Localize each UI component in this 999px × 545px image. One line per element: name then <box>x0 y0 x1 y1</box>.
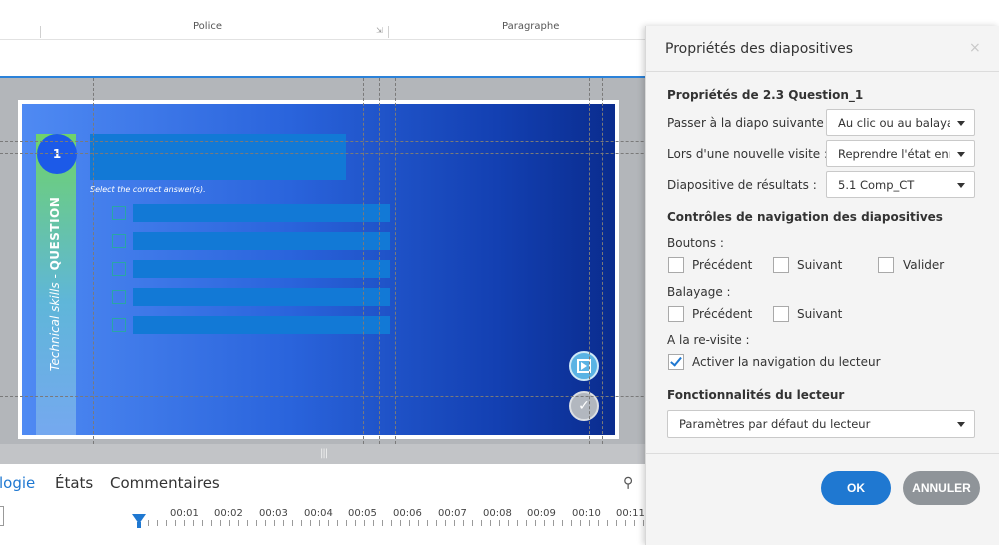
ribbon-group-paragraph: Paragraphe <box>502 21 560 32</box>
answer-option[interactable] <box>112 232 392 250</box>
answer-checkbox[interactable] <box>112 318 126 332</box>
timeline-mark: 00:03 <box>259 508 288 519</box>
timeline-input[interactable] <box>0 506 4 526</box>
answer-text-box[interactable] <box>133 288 390 306</box>
revisit-value: Reprendre l'état enregistré <box>838 147 950 161</box>
answer-checkbox[interactable] <box>112 234 126 248</box>
chevron-down-icon <box>957 152 965 157</box>
answer-option[interactable] <box>112 204 392 222</box>
answer-option[interactable] <box>112 260 392 278</box>
player-navigation-checkbox[interactable] <box>668 354 684 370</box>
timeline-mark: 00:10 <box>572 508 601 519</box>
buttons-submit-checkbox[interactable] <box>878 257 894 273</box>
timeline-mark: 00:11 <box>616 508 645 519</box>
revisit-dropdown[interactable]: Reprendre l'état enregistré <box>826 140 975 167</box>
chevron-down-icon <box>957 183 965 188</box>
revisit-label: Lors d'une nouvelle visite : <box>667 147 829 161</box>
timeline-mark: 00:06 <box>393 508 422 519</box>
close-icon[interactable]: × <box>969 40 981 56</box>
results-slide-label: Diapositive de résultats : <box>667 178 817 192</box>
results-slide-dropdown[interactable]: 5.1 Comp_CT <box>826 171 975 198</box>
guide-line-vertical[interactable] <box>379 78 380 444</box>
timeline-align-icon[interactable]: ⚲ <box>623 475 633 491</box>
section-navigation-title: Contrôles de navigation des diapositives <box>667 210 943 224</box>
answer-text-box[interactable] <box>133 232 390 250</box>
splitter-grip-icon[interactable]: ||| <box>320 448 328 459</box>
guide-line-vertical[interactable] <box>93 78 94 444</box>
buttons-previous-label: Précédent <box>692 258 753 272</box>
slide-properties-dialog: Propriétés des diapositives × Propriétés… <box>645 26 999 545</box>
revisit-section-label: A la re-visite : <box>667 333 750 347</box>
dialog-footer: OK ANNULER <box>646 453 999 545</box>
swipe-previous-checkbox[interactable] <box>668 306 684 322</box>
buttons-next-label: Suivant <box>797 258 843 272</box>
player-settings-dropdown[interactable]: Paramètres par défaut du lecteur <box>667 410 975 438</box>
buttons-next-checkbox[interactable] <box>773 257 789 273</box>
chevron-down-icon <box>957 121 965 126</box>
checkmark-icon <box>670 354 682 367</box>
answer-checkbox[interactable] <box>112 290 126 304</box>
player-navigation-label: Activer la navigation du lecteur <box>692 355 881 369</box>
question-instruction[interactable]: Select the correct answer(s). <box>90 185 206 194</box>
section-properties-title: Propriétés de 2.3 Question_1 <box>667 88 864 102</box>
answer-checkbox[interactable] <box>112 206 126 220</box>
tab-timeline[interactable]: logie <box>0 474 35 492</box>
answer-checkbox[interactable] <box>112 262 126 276</box>
answer-text-box[interactable] <box>133 260 390 278</box>
tab-states[interactable]: États <box>55 474 93 492</box>
slide-canvas[interactable]: Technical skills - QUESTION 1 Select the… <box>18 100 619 439</box>
swipe-label: Balayage : <box>667 285 731 299</box>
swipe-next-label: Suivant <box>797 307 843 321</box>
chevron-down-icon <box>957 422 965 427</box>
next-slide-dropdown[interactable]: Au clic ou au balayage <box>826 109 975 136</box>
timeline-mark: 00:05 <box>348 508 377 519</box>
swipe-next-checkbox[interactable] <box>773 306 789 322</box>
dialog-header: Propriétés des diapositives × <box>646 26 999 72</box>
timeline-mark: 00:07 <box>438 508 467 519</box>
answer-text-box[interactable] <box>133 316 390 334</box>
guide-line-vertical[interactable] <box>589 78 590 444</box>
guide-line-vertical[interactable] <box>363 78 364 444</box>
guide-line-vertical[interactable] <box>395 78 396 444</box>
answer-option[interactable] <box>112 316 392 334</box>
font-dialog-launcher-icon[interactable]: ⇲ <box>376 26 383 35</box>
question-number-badge[interactable]: 1 <box>37 134 77 174</box>
timeline-mark: 00:02 <box>214 508 243 519</box>
buttons-previous-checkbox[interactable] <box>668 257 684 273</box>
player-settings-value: Paramètres par défaut du lecteur <box>679 417 871 431</box>
results-slide-value: 5.1 Comp_CT <box>838 178 915 192</box>
ribbon-separator <box>388 26 389 38</box>
next-slide-label: Passer à la diapo suivante : <box>667 116 832 130</box>
next-slide-value: Au clic ou au balayage <box>838 116 950 130</box>
sidebar-caption: Technical skills - QUESTION <box>48 164 62 404</box>
ribbon-group-font: Police <box>193 21 222 32</box>
answer-text-box[interactable] <box>133 204 390 222</box>
timeline-ticks <box>148 520 648 526</box>
timeline-mark: 00:08 <box>483 508 512 519</box>
sidebar-caption-bold: QUESTION <box>48 196 62 271</box>
tab-comments[interactable]: Commentaires <box>110 474 220 492</box>
timeline-mark: 00:01 <box>170 508 199 519</box>
playhead-stem <box>137 522 141 528</box>
play-button[interactable] <box>569 351 599 381</box>
dialog-title: Propriétés des diapositives <box>665 41 854 57</box>
timeline-mark: 00:04 <box>304 508 333 519</box>
sidebar-caption-light: Technical skills - <box>48 270 62 372</box>
buttons-label: Boutons : <box>667 236 724 250</box>
ribbon-separator <box>40 26 41 38</box>
cancel-button[interactable]: ANNULER <box>903 471 980 505</box>
ok-button[interactable]: OK <box>821 471 891 505</box>
section-player-title: Fonctionnalités du lecteur <box>667 388 845 402</box>
swipe-previous-label: Précédent <box>692 307 753 321</box>
buttons-submit-label: Valider <box>903 258 945 272</box>
timeline-mark: 00:09 <box>527 508 556 519</box>
answer-option[interactable] <box>112 288 392 306</box>
app-window: Police ⇲ Paragraphe Technical skills - Q… <box>0 0 999 545</box>
guide-line-vertical[interactable] <box>602 78 603 444</box>
